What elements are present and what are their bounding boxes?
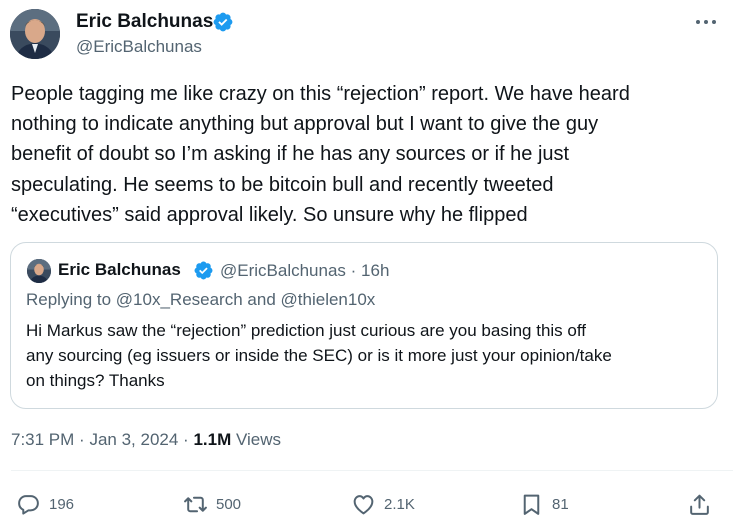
bookmark-button[interactable]: 81 — [519, 491, 569, 517]
views-count[interactable]: 1.1M — [193, 430, 231, 449]
share-icon — [690, 494, 709, 515]
author-handle[interactable]: @EricBalchunas — [76, 37, 202, 57]
avatar[interactable] — [10, 9, 60, 59]
bookmark-count: 81 — [552, 495, 569, 513]
quoted-avatar — [27, 259, 51, 283]
quoted-tweet-text: Hi Markus saw the “rejection” prediction… — [26, 321, 612, 391]
share-button[interactable] — [687, 491, 712, 517]
divider — [11, 470, 733, 471]
mention-link[interactable]: @10x_Research — [116, 290, 243, 309]
heart-icon — [353, 494, 374, 514]
repost-count: 500 — [216, 495, 242, 513]
and-label: and — [247, 290, 276, 309]
bookmark-icon — [523, 494, 540, 515]
meta-separator: · — [79, 430, 85, 449]
quoted-tweet-card[interactable]: Eric Balchunas @EricBalchunas · 16h Repl… — [10, 242, 718, 409]
verified-badge-icon — [193, 260, 214, 281]
more-button[interactable] — [692, 12, 720, 32]
replying-to-label: Replying to — [26, 290, 112, 309]
meta-separator: · — [183, 430, 189, 449]
reply-icon — [18, 494, 39, 515]
repost-icon — [184, 496, 207, 512]
tweet-date[interactable]: Jan 3, 2024 — [89, 430, 178, 449]
like-count: 2.1K — [384, 495, 415, 513]
mention-link[interactable]: @thielen10x — [281, 290, 376, 309]
views-label: Views — [235, 430, 282, 449]
tweet-text: People tagging me like crazy on this “re… — [11, 83, 630, 226]
quoted-author-name: Eric Balchunas — [58, 260, 181, 279]
reply-button[interactable]: 196 — [16, 491, 74, 517]
repost-button[interactable]: 500 — [183, 491, 241, 517]
like-button[interactable]: 2.1K — [351, 491, 415, 517]
reply-count: 196 — [49, 495, 75, 513]
replying-to: Replying to @10x_Research and @thielen10… — [26, 290, 375, 310]
author-name[interactable]: Eric Balchunas — [76, 11, 213, 33]
tweet-time[interactable]: 7:31 PM — [11, 430, 74, 449]
more-icon — [696, 20, 716, 24]
quoted-handle-time: @EricBalchunas · 16h — [220, 261, 390, 280]
verified-badge-icon[interactable] — [212, 11, 234, 33]
tweet-meta: 7:31 PM · Jan 3, 2024 · 1.1M Views — [11, 430, 281, 450]
